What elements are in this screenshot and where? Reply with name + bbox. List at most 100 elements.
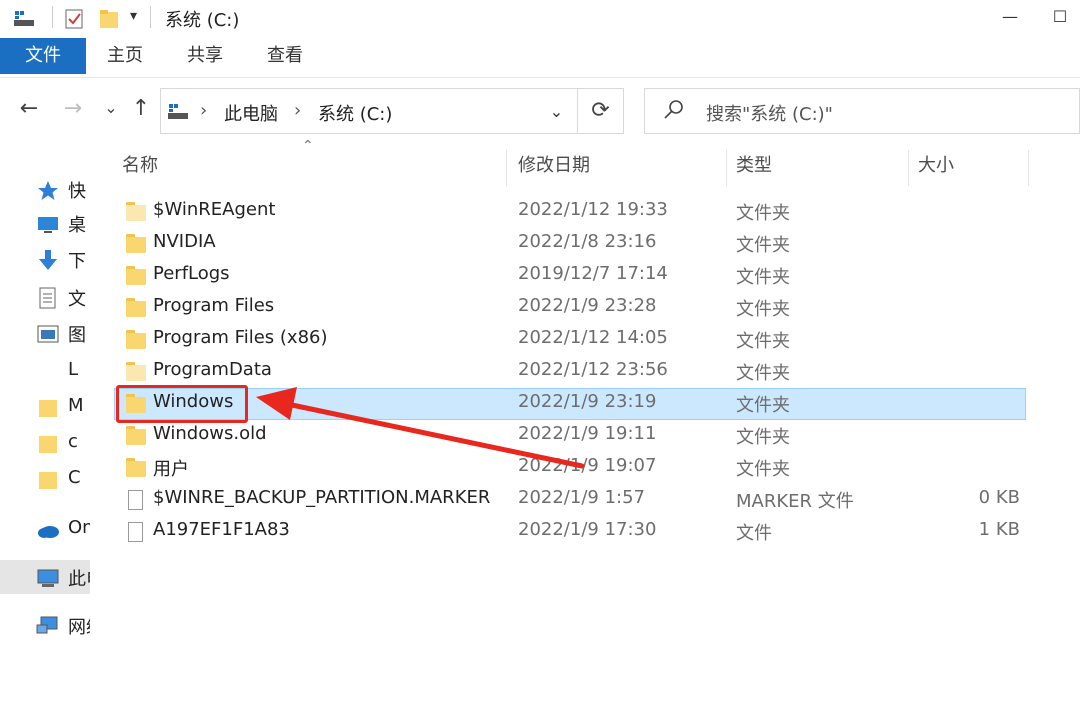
nav-network[interactable]: 网络 [0, 608, 90, 642]
maximize-button[interactable]: ☐ [1040, 4, 1080, 30]
file-row[interactable]: Windows.old 2022/1/9 19:11 文件夹 [114, 420, 1026, 452]
nav-label: 下 [68, 251, 86, 272]
folder-icon [126, 426, 146, 446]
nav-folder-l[interactable]: L [0, 354, 90, 388]
file-row[interactable]: PerfLogs 2019/12/7 17:14 文件夹 [114, 260, 1026, 292]
column-divider[interactable] [726, 150, 727, 186]
folder-icon [50, 361, 60, 383]
nav-label: C [68, 467, 81, 488]
tab-view[interactable]: 查看 [256, 38, 314, 74]
forward-button[interactable]: → [58, 96, 88, 121]
file-type: 文件夹 [736, 427, 790, 448]
file-row[interactable]: Program Files (x86) 2022/1/12 14:05 文件夹 [114, 324, 1026, 356]
breadcrumb-this-pc[interactable]: 此电脑 [224, 100, 278, 126]
nav-pictures[interactable]: 图 [0, 316, 90, 350]
file-row[interactable]: ProgramData 2022/1/12 23:56 文件夹 [114, 356, 1026, 388]
folder-icon [126, 298, 146, 318]
refresh-button[interactable]: ⟳ [578, 88, 624, 134]
file-date: 2022/1/9 19:11 [518, 423, 657, 444]
nav-label: M [68, 395, 84, 416]
window-title: 系统 (C:) [165, 10, 240, 31]
tab-file[interactable]: 文件 [0, 38, 86, 74]
folder-icon [126, 202, 146, 222]
nav-desktop[interactable]: 桌 [0, 206, 90, 240]
file-name: PerfLogs [153, 263, 230, 284]
column-header-date[interactable]: 修改日期 [518, 150, 724, 186]
file-type: 文件夹 [736, 267, 790, 288]
chevron-right-icon[interactable]: › [294, 100, 301, 121]
this-pc-small-icon [168, 104, 188, 119]
nav-this-pc[interactable]: 此电 [0, 560, 90, 594]
navigation-pane: 快 桌 下 文 图 L M c C On 此电 网络 [0, 150, 90, 705]
nav-label: L [68, 359, 79, 380]
file-size: 0 KB [978, 487, 1020, 508]
file-name: Windows.old [153, 423, 267, 444]
this-pc-icon [37, 569, 59, 587]
search-icon [664, 100, 683, 119]
highlight-box [116, 385, 248, 423]
file-name: A197EF1F1A83 [153, 519, 290, 540]
file-date: 2022/1/9 17:30 [518, 519, 657, 540]
file-type: 文件夹 [736, 395, 790, 416]
column-header-size[interactable]: 大小 [918, 150, 1026, 186]
file-name: Program Files (x86) [153, 327, 328, 348]
column-divider[interactable] [1028, 150, 1029, 186]
up-button[interactable]: ↑ [126, 96, 156, 121]
file-row-selected[interactable]: Windows 2022/1/9 23:19 文件夹 [114, 388, 1026, 420]
breadcrumb-drive-c[interactable]: 系统 (C:) [318, 100, 392, 126]
nav-label: 桌 [68, 215, 86, 236]
chevron-right-icon[interactable]: › [200, 100, 207, 121]
file-row[interactable]: A197EF1F1A83 2022/1/9 17:30 文件 1 KB [114, 516, 1026, 548]
properties-icon[interactable] [64, 8, 86, 30]
file-row[interactable]: Program Files 2022/1/9 23:28 文件夹 [114, 292, 1026, 324]
network-icon [36, 616, 58, 634]
file-date: 2022/1/12 14:05 [518, 327, 668, 348]
download-icon [39, 250, 57, 270]
customize-toolbar-icon[interactable]: ▾ [130, 8, 137, 24]
nav-folder-m[interactable]: M [0, 390, 90, 424]
file-name: ProgramData [153, 359, 272, 380]
new-folder-icon[interactable] [98, 8, 120, 30]
back-button[interactable]: ← [14, 96, 44, 121]
file-row[interactable]: $WinREAgent 2022/1/12 19:33 文件夹 [114, 196, 1026, 228]
file-name: 用户 [153, 459, 189, 480]
file-date: 2022/1/9 1:57 [518, 487, 645, 508]
file-date: 2022/1/9 23:28 [518, 295, 657, 316]
file-date: 2022/1/12 19:33 [518, 199, 668, 220]
file-type: 文件夹 [736, 331, 790, 352]
folder-icon [39, 472, 57, 489]
file-icon [126, 490, 146, 510]
tab-share[interactable]: 共享 [176, 38, 234, 74]
nav-onedrive[interactable]: On [0, 512, 90, 546]
file-name: NVIDIA [153, 231, 216, 252]
column-divider[interactable] [506, 150, 507, 186]
recent-locations-button[interactable]: ⌄ [96, 98, 126, 117]
address-dropdown-button[interactable]: ⌄ [536, 88, 578, 134]
nav-folder-c-lower[interactable]: c [0, 426, 90, 460]
file-row[interactable]: 用户 2022/1/9 19:07 文件夹 [114, 452, 1026, 484]
file-type: MARKER 文件 [736, 491, 854, 512]
nav-quick-access[interactable]: 快 [0, 172, 90, 206]
folder-icon [126, 266, 146, 286]
nav-downloads[interactable]: 下 [0, 242, 90, 276]
star-icon [38, 181, 58, 200]
drive-icon[interactable] [12, 8, 36, 28]
file-row[interactable]: $WINRE_BACKUP_PARTITION.MARKER 2022/1/9 … [114, 484, 1026, 516]
nav-folder-c-upper[interactable]: C [0, 462, 90, 496]
file-name: $WINRE_BACKUP_PARTITION.MARKER [153, 487, 491, 508]
nav-label: 网络 [68, 617, 90, 638]
column-header-type[interactable]: 类型 [736, 150, 906, 186]
folder-icon [126, 330, 146, 350]
column-header-name[interactable]: 名称 [122, 150, 506, 186]
file-row[interactable]: NVIDIA 2022/1/8 23:16 文件夹 [114, 228, 1026, 260]
file-name: $WinREAgent [153, 199, 276, 220]
nav-documents[interactable]: 文 [0, 280, 90, 314]
title-bar: ▾ 系统 (C:) — ☐ [0, 0, 1080, 36]
file-type: 文件 [736, 523, 772, 544]
tab-home[interactable]: 主页 [96, 38, 154, 74]
minimize-button[interactable]: — [990, 4, 1030, 30]
file-icon [126, 522, 146, 542]
column-divider[interactable] [908, 150, 909, 186]
file-type: 文件夹 [736, 299, 790, 320]
folder-icon [39, 400, 57, 417]
